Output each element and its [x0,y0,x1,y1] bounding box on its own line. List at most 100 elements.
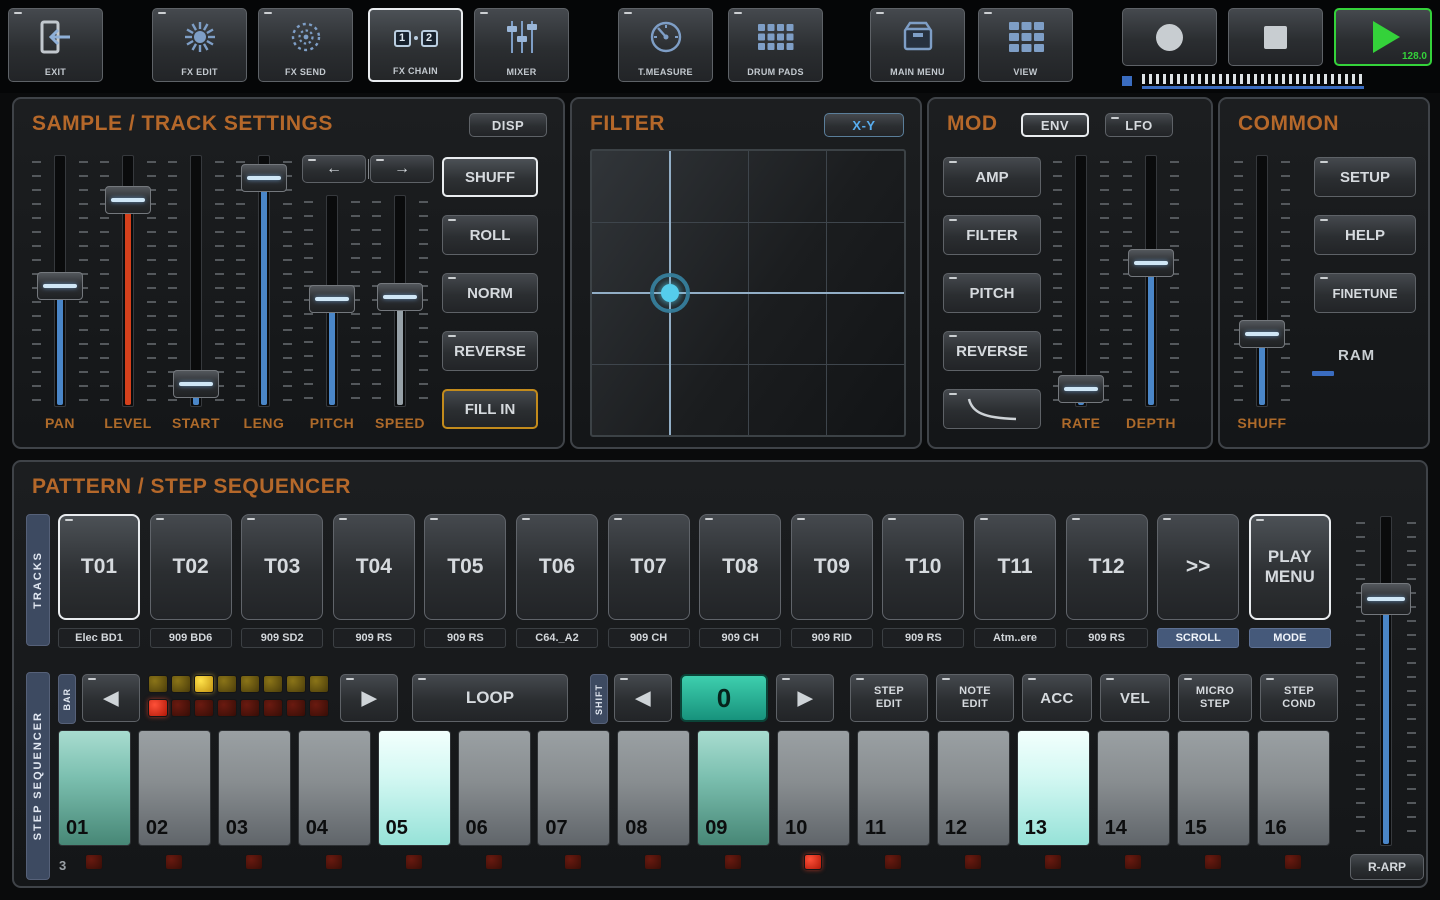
step-pad-02[interactable]: 02 [137,730,211,846]
setup-button[interactable]: SETUP [1314,157,1416,197]
step-pad-12[interactable]: 12 [936,730,1010,846]
step-pad-16[interactable]: 16 [1256,730,1330,846]
pattern-level-slider[interactable] [1356,516,1416,846]
mod-env-shape-button[interactable] [943,389,1041,429]
shuff-button[interactable]: SHUFF [442,157,538,197]
norm-button[interactable]: NORM [442,273,538,313]
mod-reverse-button[interactable]: REVERSE [943,331,1041,371]
start-slider[interactable] [168,155,224,407]
fx-chain-button[interactable]: 12 FX CHAIN [368,8,463,82]
xy-mode-button[interactable]: X-Y [824,113,904,137]
slider-thumb[interactable] [105,186,151,215]
track-button-t02[interactable]: T02 [149,514,232,620]
pitch-slider[interactable] [304,195,360,407]
exit-label: EXIT [44,67,67,77]
mixer-button[interactable]: MIXER [474,8,569,82]
record-button[interactable] [1122,8,1217,66]
stop-button[interactable] [1228,8,1323,66]
disp-button[interactable]: DISP [469,113,547,137]
shift-prev-button[interactable]: ◀ [614,674,672,722]
speed-label: SPEED [375,415,425,431]
track-button-t11[interactable]: T11 [974,514,1056,620]
slider-thumb[interactable] [173,370,219,399]
step-pad-01[interactable]: 01 [58,730,131,846]
slider-thumb[interactable] [1128,249,1174,278]
track-button-t12[interactable]: T12 [1065,514,1148,620]
note-edit-button[interactable]: NOTE EDIT [936,674,1014,722]
lfo-button[interactable]: LFO [1105,113,1173,137]
t-measure-button[interactable]: T.MEASURE [618,8,713,82]
slider-thumb[interactable] [1361,582,1411,615]
r-arp-button[interactable]: R-ARP [1350,854,1424,880]
track-button-play-menu[interactable]: PLAY MENU [1248,514,1331,620]
step-pad-05[interactable]: 05 [377,730,451,846]
step-pad-04[interactable]: 04 [297,730,371,846]
main-menu-button[interactable]: MAIN MENU [870,8,965,82]
shift-next-button[interactable]: ▶ [776,674,834,722]
step-pad-11[interactable]: 11 [857,730,930,846]
track-button-t05[interactable]: T05 [424,514,507,620]
help-button[interactable]: HELP [1314,215,1416,255]
mod-pitch-button[interactable]: PITCH [943,273,1041,313]
step-edit-button[interactable]: STEP EDIT [850,674,928,722]
vel-button[interactable]: VEL [1100,674,1170,722]
xy-ball[interactable] [650,273,690,313]
loop-button[interactable]: LOOP [412,674,568,722]
finetune-button[interactable]: FINETUNE [1314,273,1416,313]
track-button-t01[interactable]: T01 [58,514,140,620]
fx-send-button[interactable]: FX SEND [258,8,353,82]
track-button->>[interactable]: >> [1157,514,1240,620]
slider-thumb[interactable] [309,284,355,313]
mod-filter-button[interactable]: FILTER [943,215,1041,255]
track-button-t07[interactable]: T07 [607,514,690,620]
roll-button[interactable]: ROLL [442,215,538,255]
step-pad-03[interactable]: 03 [217,730,291,846]
song-position-strip[interactable] [1122,73,1434,90]
step-pad-13[interactable]: 13 [1016,730,1090,846]
sample-prev-button[interactable]: ← [302,155,366,183]
track-button-t03[interactable]: T03 [241,514,324,620]
env-button[interactable]: ENV [1021,113,1089,137]
depth-slider[interactable] [1123,155,1179,407]
leng-slider[interactable] [236,155,292,407]
step-pad-06[interactable]: 06 [457,730,531,846]
fx-edit-button[interactable]: FX EDIT [152,8,247,82]
track-button-t08[interactable]: T08 [699,514,782,620]
exit-icon [9,14,102,60]
slider-thumb[interactable] [241,163,287,192]
pan-slider[interactable] [32,155,88,407]
speed-slider[interactable] [372,195,428,407]
bar-next-button[interactable]: ▶ [340,674,398,722]
track-button-t06[interactable]: T06 [516,514,598,620]
step-pad-14[interactable]: 14 [1096,730,1170,846]
micro-step-button[interactable]: MICRO STEP [1178,674,1252,722]
exit-button[interactable]: EXIT [8,8,103,82]
sample-next-button[interactable]: → [370,155,434,183]
play-button[interactable]: 128.0 [1334,8,1432,66]
bar-prev-button[interactable]: ◀ [82,674,140,722]
slider-thumb[interactable] [1058,375,1104,404]
slider-thumb[interactable] [377,282,423,311]
view-button[interactable]: VIEW [978,8,1073,82]
track-sample-label: Elec BD1 [58,628,140,648]
slider-thumb[interactable] [37,272,83,301]
track-button-t04[interactable]: T04 [332,514,415,620]
step-pad-09[interactable]: 09 [697,730,771,846]
level-slider[interactable] [100,155,156,407]
acc-button[interactable]: ACC [1022,674,1092,722]
reverse-button[interactable]: REVERSE [442,331,538,371]
drum-pads-button[interactable]: DRUM PADS [728,8,823,82]
track-button-t10[interactable]: T10 [882,514,965,620]
track-button-t09[interactable]: T09 [790,514,873,620]
step-pad-08[interactable]: 08 [617,730,691,846]
fill-in-button[interactable]: FILL IN [442,389,538,429]
slider-thumb[interactable] [1239,319,1285,348]
step-pad-15[interactable]: 15 [1176,730,1250,846]
step-pad-07[interactable]: 07 [537,730,611,846]
step-cond-button[interactable]: STEP COND [1260,674,1338,722]
common-shuff-slider[interactable] [1234,155,1290,407]
xy-pad[interactable] [590,149,906,437]
mod-amp-button[interactable]: AMP [943,157,1041,197]
step-pad-10[interactable]: 10 [777,730,851,846]
rate-slider[interactable] [1053,155,1109,407]
